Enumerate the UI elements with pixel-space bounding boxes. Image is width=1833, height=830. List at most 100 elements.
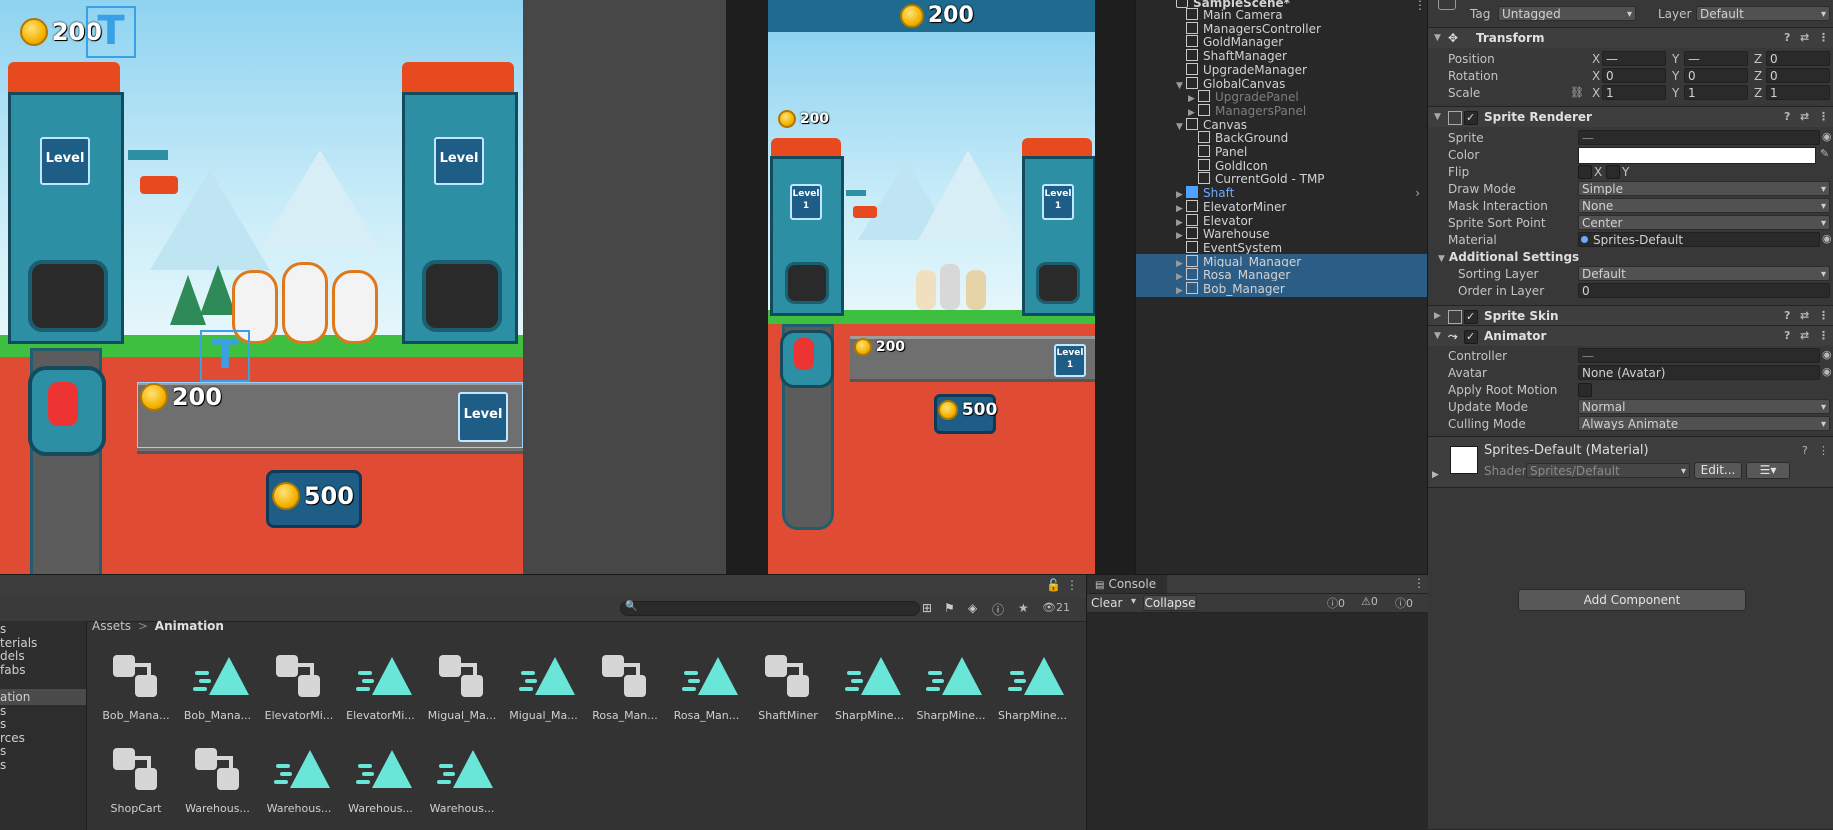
scene-miner-sprite[interactable] — [282, 262, 328, 344]
foldout-arrow-icon[interactable]: ▼ — [1434, 107, 1441, 127]
scale-z-field[interactable]: 1 — [1766, 85, 1830, 100]
scale-y-field[interactable]: 1 — [1684, 85, 1748, 100]
help-icon[interactable]: ? — [1784, 107, 1790, 127]
search-by-label-icon[interactable]: ⚑ — [944, 601, 955, 615]
more-icon[interactable]: ⋮ — [1818, 306, 1829, 326]
project-asset-item[interactable]: Rosa_Man... — [667, 653, 747, 722]
flip-x-checkbox[interactable] — [1578, 165, 1592, 179]
breadcrumb-assets[interactable]: Assets — [92, 619, 131, 633]
rotation-x-field[interactable]: 0 — [1602, 68, 1666, 83]
project-asset-item[interactable]: Rosa_Man... — [585, 653, 665, 722]
foldout-arrow-icon[interactable]: ▶ — [1432, 470, 1439, 480]
scene-view[interactable]: Level Level 200 Level 500 200 T T — [0, 0, 726, 574]
hidden-packages-count[interactable]: 👁21 — [1042, 601, 1070, 614]
more-icon[interactable]: ⋮ — [1413, 576, 1425, 590]
layer-dropdown[interactable]: Default — [1696, 6, 1830, 21]
more-icon[interactable]: ⋮ — [1818, 444, 1829, 457]
project-asset-item[interactable]: ElevatorMi... — [341, 653, 421, 722]
sprite-skin-enabled-checkbox[interactable]: ✓ — [1464, 310, 1478, 324]
object-picker-icon[interactable]: ◉ — [1822, 232, 1832, 245]
culling-mode-dropdown[interactable]: Always Animate — [1578, 416, 1830, 431]
edit-shader-button[interactable]: Edit... — [1694, 462, 1742, 479]
shader-dropdown[interactable]: Sprites/Default — [1526, 463, 1690, 478]
game-miner-sprite[interactable] — [940, 264, 960, 310]
project-asset-item[interactable]: SharpMine... — [911, 653, 991, 722]
add-component-button[interactable]: Add Component — [1518, 589, 1746, 611]
project-asset-item[interactable]: SharpMine... — [993, 653, 1073, 722]
update-mode-dropdown[interactable]: Normal — [1578, 399, 1830, 414]
console-error-toggle[interactable]: ⓘ0 — [1395, 595, 1413, 611]
preset-icon[interactable]: ⇄ — [1800, 28, 1809, 48]
project-asset-item[interactable]: SharpMine... — [830, 653, 910, 722]
preset-icon[interactable]: ⇄ — [1800, 306, 1809, 326]
project-asset-item[interactable]: Bob_Mana... — [96, 653, 176, 722]
game-view[interactable]: 200 200 Level 1 Level 1 200 Level 1 500 — [768, 0, 1095, 574]
preset-icon[interactable]: ⇄ — [1800, 107, 1809, 127]
scene-text-gizmo-icon[interactable]: T — [200, 330, 250, 382]
sprite-renderer-enabled-checkbox[interactable]: ✓ — [1464, 111, 1478, 125]
favorite-star-icon[interactable]: ★ — [1018, 601, 1029, 615]
project-asset-item[interactable]: Warehous... — [259, 746, 339, 815]
object-picker-icon[interactable]: ◉ — [1822, 348, 1832, 361]
foldout-arrow-icon[interactable]: ▶ — [1176, 283, 1186, 299]
project-asset-item[interactable]: ShaftMiner — [748, 653, 828, 722]
scene-left-level-badge[interactable]: Level — [40, 137, 90, 185]
console-info-toggle[interactable]: ⓘ0 — [1327, 595, 1345, 611]
game-left-level-badge[interactable]: Level 1 — [790, 184, 822, 220]
inspector-panel[interactable]: Tag Untagged Layer Default ▼ ✥ Transform… — [1427, 0, 1833, 829]
tag-dropdown[interactable]: Untagged — [1498, 6, 1636, 21]
project-asset-item[interactable]: Warehous... — [178, 746, 258, 815]
more-icon[interactable]: ⋮ — [1818, 326, 1829, 346]
game-right-level-badge[interactable]: Level 1 — [1042, 184, 1074, 220]
order-in-layer-field[interactable]: 0 — [1578, 283, 1830, 298]
clear-options-dropdown-icon[interactable]: ▾ — [1131, 596, 1136, 607]
rotation-z-field[interactable]: 0 — [1766, 68, 1830, 83]
project-asset-item[interactable]: Migual_Ma... — [422, 653, 502, 722]
sorting-layer-dropdown[interactable]: Default — [1578, 266, 1830, 281]
tag-icon[interactable]: ◈ — [968, 601, 977, 615]
lock-icon[interactable]: 🔓 — [1046, 578, 1061, 592]
avatar-object-field[interactable]: None (Avatar) — [1578, 365, 1820, 380]
more-icon[interactable]: ⋮ — [1818, 107, 1829, 127]
project-asset-item[interactable]: ElevatorMi... — [259, 653, 339, 722]
sprite-renderer-header[interactable]: ▼ ✓ Sprite Renderer ? ⇄ ⋮ — [1428, 106, 1833, 127]
sprite-skin-header[interactable]: ▶ ✓ Sprite Skin ? ⇄ ⋮ — [1428, 305, 1833, 326]
project-asset-item[interactable]: Bob_Mana... — [178, 653, 258, 722]
search-by-type-icon[interactable]: ⊞ — [922, 601, 932, 615]
breadcrumb-animation[interactable]: Animation — [155, 619, 224, 633]
hierarchy-item[interactable]: ▶ Bob_Manager — [1136, 281, 1428, 297]
project-folder-item[interactable]: s — [0, 757, 86, 773]
apply-root-motion-checkbox[interactable] — [1578, 383, 1592, 397]
more-icon[interactable]: ⋮ — [1818, 28, 1829, 48]
help-icon[interactable]: ? — [1802, 444, 1808, 457]
color-swatch[interactable] — [1578, 147, 1816, 164]
scene-right-level-badge[interactable]: Level — [434, 137, 484, 185]
help-icon[interactable]: ? — [1784, 326, 1790, 346]
sprite-sort-point-dropdown[interactable]: Center — [1578, 215, 1830, 230]
project-folder-tree[interactable]: s terials dels fabs ation s s rces s s — [0, 621, 87, 830]
project-asset-item[interactable]: Migual_Ma... — [504, 653, 584, 722]
foldout-arrow-icon[interactable]: ▼ — [1434, 28, 1441, 48]
foldout-arrow-icon[interactable]: ▼ — [1438, 254, 1445, 264]
scale-x-field[interactable]: 1 — [1602, 85, 1666, 100]
project-asset-item[interactable]: Warehous... — [422, 746, 502, 815]
foldout-arrow-icon[interactable]: ▼ — [1434, 326, 1441, 346]
position-y-field[interactable]: — — [1684, 51, 1748, 66]
material-object-field[interactable]: Sprites-Default — [1578, 232, 1820, 247]
scene-miner-sprite[interactable] — [332, 270, 378, 344]
console-clear-button[interactable]: Clear — [1091, 596, 1122, 610]
console-warning-toggle[interactable]: ⚠0 — [1361, 595, 1378, 608]
mask-interaction-dropdown[interactable]: None — [1578, 198, 1830, 213]
constrain-proportions-icon[interactable]: ⛓ — [1570, 86, 1584, 99]
console-panel[interactable]: ▤ Console ⋮ Clear ▾ Collapse ⓘ0 ⚠0 ⓘ0 — [1086, 574, 1428, 830]
transform-header[interactable]: ▼ ✥ Transform ? ⇄ ⋮ — [1428, 27, 1833, 48]
project-search-input[interactable] — [620, 601, 920, 616]
sprite-object-field[interactable]: — — [1578, 130, 1820, 145]
shader-options-menu[interactable]: ☰▾ — [1746, 462, 1790, 479]
animator-header[interactable]: ▼ ⤳ ✓ Animator ? ⇄ ⋮ — [1428, 325, 1833, 346]
more-icon[interactable]: ⋮ — [1066, 578, 1078, 592]
hierarchy-panel[interactable]: SampleScene* ⋮ Main Camera ManagersContro… — [1135, 0, 1428, 574]
draw-mode-dropdown[interactable]: Simple — [1578, 181, 1830, 196]
project-asset-item[interactable]: ShopCart — [96, 746, 176, 815]
project-panel[interactable]: 🔓 ⋮ 🔍 ⊞ ⚑ ◈ ⓘ ★ 👁21 s terials dels fabs atio… — [0, 574, 1086, 830]
